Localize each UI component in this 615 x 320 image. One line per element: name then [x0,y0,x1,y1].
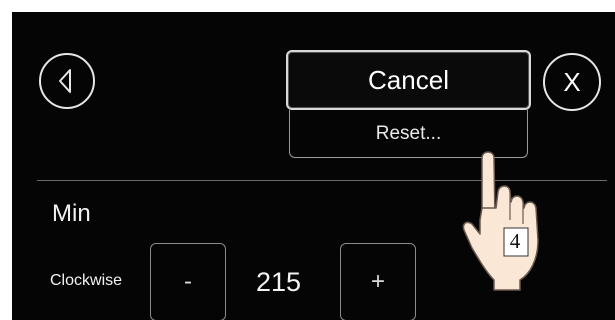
clockwise-label: Clockwise [50,272,123,289]
plus-label: + [370,268,385,295]
close-icon: X [563,67,581,97]
increment-button[interactable]: + [340,243,416,320]
left-triangle-icon [59,69,71,93]
hand-pointer-icon [462,151,539,291]
back-button[interactable] [39,53,95,109]
pointer-step-label: 4 [509,229,521,253]
decrement-button[interactable]: - [150,243,226,320]
minus-label: - [184,268,192,295]
clockwise-value: 215 [256,267,302,297]
close-button[interactable]: X [543,53,601,111]
section-title: Min [52,200,91,227]
settings-panel: X Cancel Reset... Min Clockwise - 215 + … [12,12,615,320]
cancel-button[interactable]: Cancel [286,50,531,110]
